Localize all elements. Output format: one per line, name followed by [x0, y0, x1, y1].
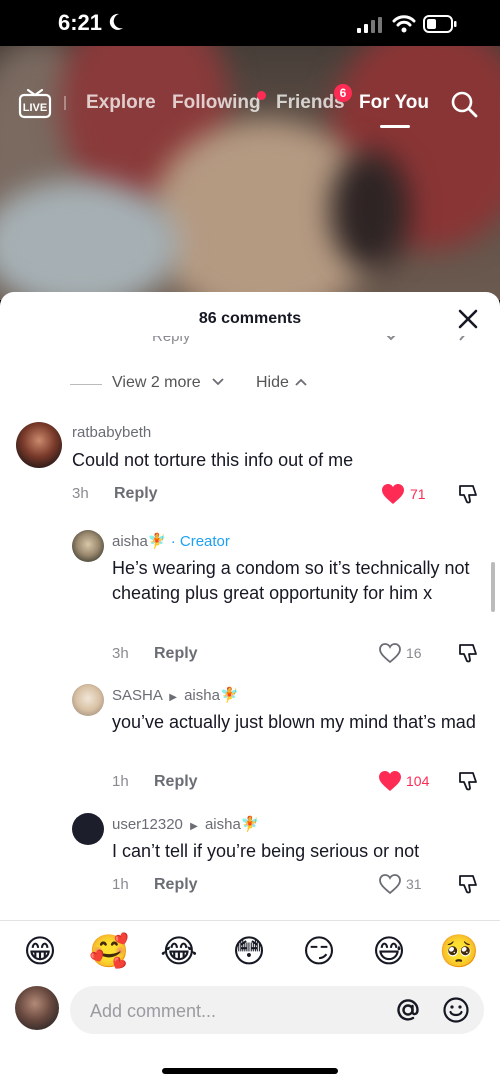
comment-composer [0, 986, 500, 1038]
avatar[interactable] [72, 813, 104, 845]
nav-separator [64, 96, 66, 110]
avatar[interactable] [16, 422, 62, 468]
user-avatar[interactable] [15, 986, 59, 1030]
emoji-button[interactable]: 🥺 [437, 932, 481, 970]
reply-button[interactable]: Reply [154, 773, 198, 791]
emoji-button[interactable]: 😁 [18, 932, 62, 970]
comment-username[interactable]: aisha🧚 [112, 533, 167, 550]
battery-icon [423, 15, 457, 33]
emoji-button[interactable]: 😂 [157, 932, 201, 970]
active-tab-indicator [380, 125, 410, 128]
emoji-quick-bar: 😁 🥰 😂 😳 😏 😅 🥺 [0, 932, 500, 976]
reply-button[interactable]: Reply [114, 485, 158, 503]
chevron-down-icon [212, 378, 224, 386]
like-count: 31 [406, 876, 422, 892]
tab-for-you[interactable]: For You [359, 92, 429, 114]
dislike-icon[interactable] [457, 770, 479, 792]
heart-filled-icon[interactable] [378, 770, 402, 792]
wifi-icon [392, 15, 416, 33]
live-icon[interactable]: LIVE [18, 88, 52, 120]
view-more-line [70, 384, 102, 385]
status-time: 6:21 [58, 10, 103, 35]
dislike-icon[interactable] [457, 873, 479, 895]
emoji-button[interactable]: 🥰 [87, 932, 131, 970]
avatar[interactable] [72, 530, 104, 562]
tab-explore[interactable]: Explore [86, 92, 156, 114]
emoji-button[interactable]: 😳 [227, 932, 271, 970]
status-bar: 6:21 [0, 0, 500, 46]
reply-button[interactable]: Reply [154, 876, 198, 894]
comment-author-line: SASHA ▶ aisha🧚 [112, 686, 239, 704]
moon-icon [109, 13, 123, 30]
comments-sheet: 86 comments Reply View 2 more Hide ratba… [0, 292, 500, 1084]
reply-arrow-icon: ▶ [190, 821, 198, 832]
comment-time: 3h [72, 485, 89, 502]
chevron-up-icon [295, 378, 307, 386]
following-new-dot [257, 91, 266, 100]
like-count: 71 [410, 486, 426, 502]
heart-outline-icon[interactable] [378, 873, 402, 895]
emoji-picker-icon[interactable] [442, 996, 470, 1024]
clipped-previous-row: Reply [0, 336, 500, 350]
reply-button[interactable]: Reply [154, 645, 198, 663]
emoji-button[interactable]: 😅 [367, 932, 411, 970]
close-icon[interactable] [457, 308, 479, 330]
dislike-icon[interactable] [457, 642, 479, 664]
tab-following[interactable]: Following [172, 92, 261, 114]
heart-outline-icon[interactable] [378, 642, 402, 664]
avatar[interactable] [72, 684, 104, 716]
mention-icon[interactable] [394, 996, 422, 1024]
comments-count-title: 86 comments [198, 310, 302, 327]
comment-time: 1h [112, 876, 129, 893]
comment-username[interactable]: ratbabybeth [72, 424, 151, 441]
hide-replies-button[interactable]: Hide [256, 374, 289, 392]
scrollbar[interactable] [491, 562, 495, 612]
reply-arrow-icon: ▶ [169, 692, 177, 703]
comment-username[interactable]: user12320 [112, 816, 183, 833]
dislike-icon[interactable] [457, 483, 479, 505]
add-comment-input[interactable] [88, 998, 382, 1024]
clipped-dislike-icon [459, 336, 465, 341]
comment-author-line: user12320 ▶ aisha🧚 [112, 815, 260, 833]
comment-input-box[interactable] [70, 986, 484, 1034]
comment-time: 1h [112, 773, 129, 790]
clipped-reply-label: Reply [152, 336, 191, 345]
live-label: LIVE [23, 102, 47, 114]
heart-filled-icon[interactable] [381, 483, 405, 505]
reply-to-username[interactable]: aisha🧚 [184, 687, 239, 704]
composer-divider [0, 920, 500, 921]
search-icon[interactable] [450, 90, 478, 118]
emoji-button[interactable]: 😏 [297, 932, 341, 970]
home-indicator[interactable] [162, 1068, 338, 1074]
comment-text: I can’t tell if you’re being serious or … [112, 841, 420, 861]
friends-badge: 6 [334, 84, 352, 102]
like-count: 16 [406, 645, 422, 661]
creator-label: · Creator [170, 533, 230, 550]
view-more-replies-button[interactable]: View 2 more [112, 374, 201, 392]
comment-text: He’s wearing a condom so it’s technicall… [112, 558, 470, 603]
comment-time: 3h [112, 645, 129, 662]
comment-username[interactable]: SASHA [112, 687, 162, 704]
comment-author-line: aisha🧚 · Creator [112, 532, 230, 550]
comment-text: Could not torture this info out of me [72, 450, 354, 470]
like-count: 104 [406, 773, 430, 789]
signal-icon [357, 17, 382, 33]
clipped-heart-icon [386, 336, 396, 341]
comment-text: you’ve actually just blown my mind that’… [112, 712, 476, 732]
reply-to-username[interactable]: aisha🧚 [205, 816, 260, 833]
top-nav: LIVE Explore Following Friends 6 For You [0, 82, 500, 132]
